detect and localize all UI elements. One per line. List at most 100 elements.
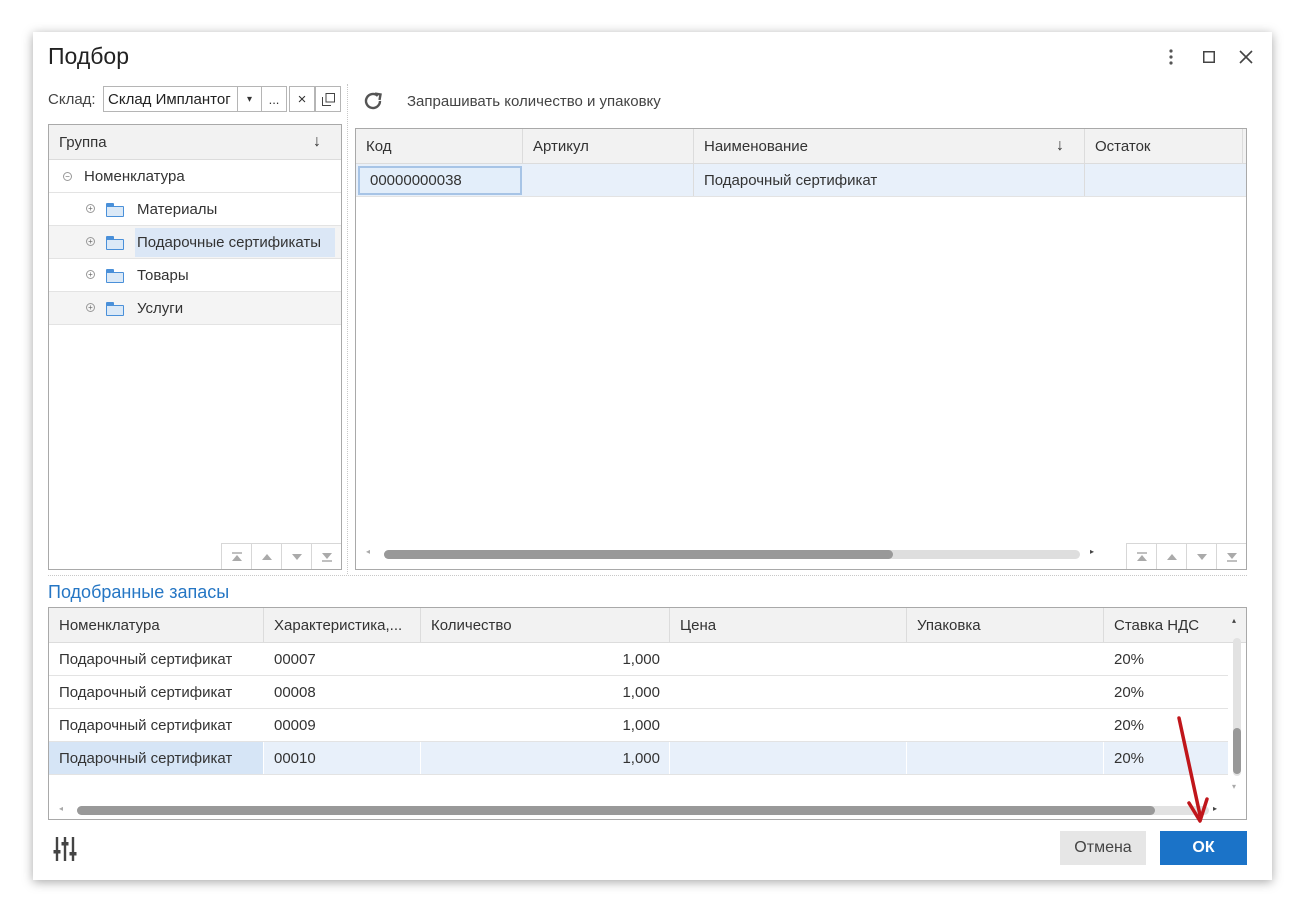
cell-price[interactable] (670, 742, 907, 774)
cell-quantity[interactable]: 1,000 (421, 643, 670, 675)
expand-icon[interactable]: + (86, 204, 95, 213)
scroll-up-icon[interactable]: ▴ (1232, 616, 1236, 625)
cell-stock[interactable] (1085, 164, 1243, 196)
sort-icon[interactable]: ↓ (313, 133, 321, 151)
tree-node-root[interactable]: − Номенклатура (49, 160, 341, 193)
cell-price[interactable] (670, 676, 907, 708)
tree-node-label: Услуги (137, 300, 184, 317)
last-page-icon[interactable] (1216, 544, 1246, 569)
column-header-stock[interactable]: Остаток (1085, 129, 1243, 163)
horizontal-scrollbar[interactable] (77, 806, 1209, 815)
column-header-code[interactable]: Код (356, 129, 523, 163)
cell-quantity[interactable]: 1,000 (421, 676, 670, 708)
cell-price[interactable] (670, 709, 907, 741)
tree-node-label: Материалы (137, 201, 218, 218)
column-header-package[interactable]: Упаковка (907, 608, 1104, 642)
more-menu-icon[interactable] (1160, 46, 1182, 68)
cell-name[interactable]: Подарочный сертификат (694, 164, 1085, 196)
first-page-icon[interactable] (221, 544, 251, 569)
refresh-icon[interactable] (361, 89, 385, 113)
cell-package[interactable] (907, 709, 1104, 741)
last-page-icon[interactable] (311, 544, 341, 569)
expand-icon[interactable]: + (86, 270, 95, 279)
warehouse-clear-button[interactable]: × (289, 86, 315, 112)
table-row[interactable]: Подарочный сертификат 00009 1,000 20% (49, 709, 1228, 742)
table-row-selected[interactable]: Подарочный сертификат 00010 1,000 20% (49, 742, 1228, 775)
table-row[interactable]: Подарочный сертификат 00008 1,000 20% (49, 676, 1228, 709)
scroll-right-icon[interactable]: ▸ (1090, 547, 1094, 556)
tree-node-services[interactable]: + Услуги (49, 292, 341, 325)
column-header-price[interactable]: Цена (670, 608, 907, 642)
scroll-left-icon[interactable]: ◂ (366, 547, 370, 556)
items-table[interactable]: Код Артикул Наименование ↓ Остаток 00000… (355, 128, 1247, 570)
column-header-quantity[interactable]: Количество (421, 608, 670, 642)
splitter[interactable] (48, 575, 1247, 576)
groups-tree[interactable]: Группа ↓ − Номенклатура + Материалы + По… (48, 124, 342, 570)
cell-article[interactable] (523, 164, 694, 196)
cell-item[interactable]: Подарочный сертификат (49, 709, 264, 741)
cell-vat[interactable]: 20% (1104, 643, 1229, 675)
warehouse-input[interactable]: Склад Имплантог (103, 86, 238, 112)
dialog-title: Подбор (48, 43, 129, 69)
warehouse-open-button[interactable] (315, 86, 341, 112)
cell-vat[interactable]: 20% (1104, 676, 1229, 708)
cell-price[interactable] (670, 643, 907, 675)
warehouse-label: Склад: (48, 91, 96, 108)
cell-characteristic[interactable]: 00010 (264, 742, 421, 774)
cell-characteristic[interactable]: 00007 (264, 643, 421, 675)
tree-node-gift-certificates[interactable]: + Подарочные сертификаты (49, 226, 341, 259)
cell-characteristic[interactable]: 00009 (264, 709, 421, 741)
table-row[interactable]: Подарочный сертификат 00007 1,000 20% (49, 643, 1228, 676)
page-down-icon[interactable] (1186, 544, 1216, 569)
cancel-button[interactable]: Отмена (1060, 831, 1146, 865)
cell-item[interactable]: Подарочный сертификат (49, 742, 264, 774)
expand-icon[interactable]: + (86, 237, 95, 246)
tree-node-goods[interactable]: + Товары (49, 259, 341, 292)
cell-code[interactable]: 00000000038 (358, 166, 522, 195)
page-down-icon[interactable] (281, 544, 311, 569)
vertical-scrollbar[interactable] (1233, 638, 1241, 776)
column-header-item[interactable]: Номенклатура (49, 608, 264, 642)
expand-icon[interactable]: + (86, 303, 95, 312)
sliders-icon[interactable] (53, 836, 77, 862)
warehouse-select-button[interactable]: ... (261, 86, 287, 112)
collapse-icon[interactable]: − (63, 172, 72, 181)
table-row[interactable]: 00000000038 Подарочный сертификат (356, 164, 1246, 197)
tree-node-label: Подарочные сертификаты (137, 234, 322, 251)
groups-column-header[interactable]: Группа (49, 125, 107, 159)
items-table-header: Код Артикул Наименование ↓ Остаток (356, 129, 1246, 164)
warehouse-dropdown-button[interactable]: ▾ (237, 86, 262, 112)
cell-package[interactable] (907, 676, 1104, 708)
pick-dialog: Подбор Склад: Склад Имплантог ▾ ... × За… (33, 32, 1272, 880)
scroll-down-icon[interactable]: ▾ (1232, 782, 1236, 791)
cell-item[interactable]: Подарочный сертификат (49, 643, 264, 675)
close-icon[interactable] (1235, 46, 1257, 68)
cell-quantity[interactable]: 1,000 (421, 709, 670, 741)
column-header-name[interactable]: Наименование (694, 129, 1085, 163)
tree-node-materials[interactable]: + Материалы (49, 193, 341, 226)
page-up-icon[interactable] (1156, 544, 1186, 569)
cell-package[interactable] (907, 643, 1104, 675)
sort-icon[interactable]: ↓ (1056, 137, 1064, 155)
scrollbar-thumb[interactable] (1233, 728, 1241, 774)
ok-button[interactable]: ОК (1160, 831, 1247, 865)
column-header-article[interactable]: Артикул (523, 129, 694, 163)
column-header-characteristic[interactable]: Характеристика,... (264, 608, 421, 642)
ask-quantity-toggle[interactable]: Запрашивать количество и упаковку (407, 93, 661, 110)
cell-package[interactable] (907, 742, 1104, 774)
horizontal-scrollbar[interactable] (384, 550, 1080, 559)
cell-characteristic[interactable]: 00008 (264, 676, 421, 708)
maximize-icon[interactable] (1198, 46, 1220, 68)
first-page-icon[interactable] (1126, 544, 1156, 569)
page-up-icon[interactable] (251, 544, 281, 569)
cell-quantity[interactable]: 1,000 (421, 742, 670, 774)
scrollbar-thumb[interactable] (384, 550, 893, 559)
scroll-left-icon[interactable]: ◂ (59, 804, 63, 813)
picked-table[interactable]: Номенклатура Характеристика,... Количест… (48, 607, 1247, 820)
chevron-down-icon: ▾ (246, 93, 253, 105)
cell-item[interactable]: Подарочный сертификат (49, 676, 264, 708)
splitter[interactable] (347, 84, 348, 574)
column-header-vat[interactable]: Ставка НДС (1104, 608, 1229, 642)
scrollbar-thumb[interactable] (77, 806, 1155, 815)
picked-section-title: Подобранные запасы (48, 582, 230, 602)
